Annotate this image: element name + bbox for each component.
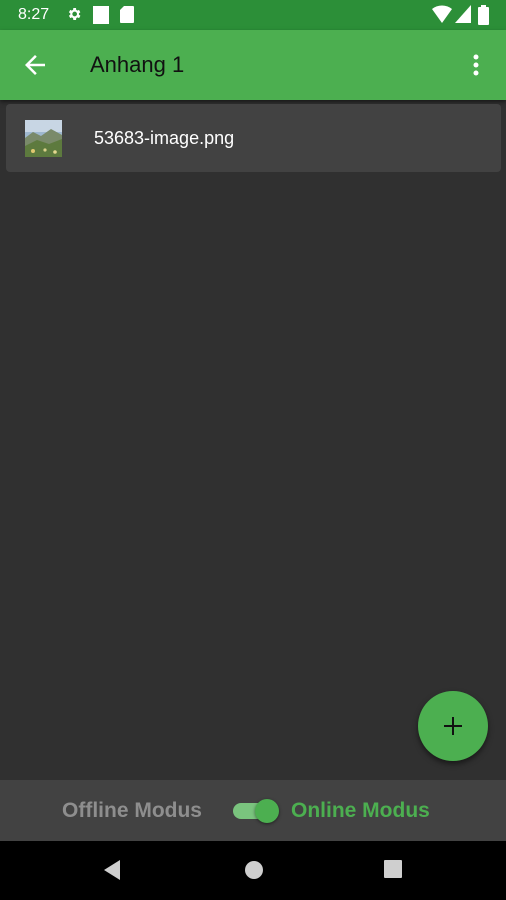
nav-home-button[interactable]: [243, 859, 265, 886]
notification-square-icon: [92, 6, 110, 29]
system-nav-bar: [0, 841, 506, 900]
nav-recents-button[interactable]: [383, 859, 403, 884]
page-title: Anhang 1: [90, 52, 185, 77]
list-item[interactable]: 53683-image.png: [6, 104, 501, 172]
image-thumbnail: [25, 120, 62, 157]
more-vert-icon: [466, 54, 486, 84]
add-attachment-button[interactable]: [418, 691, 488, 761]
signal-icon: [455, 5, 471, 28]
settings-icon: [66, 6, 82, 27]
battery-icon: [478, 5, 489, 30]
mode-toggle-switch[interactable]: [233, 796, 281, 826]
attachment-filename: 53683-image.png: [94, 128, 235, 148]
sd-card-icon: [120, 6, 134, 28]
recents-square-icon: [383, 860, 403, 883]
wifi-icon: [432, 5, 452, 28]
home-circle-icon: [243, 861, 265, 885]
app-bar: Anhang 1: [0, 30, 506, 100]
arrow-back-icon: [20, 55, 50, 84]
toggle-thumb: [255, 799, 279, 823]
mode-switch-bar: Offline Modus Online Modus: [0, 780, 506, 841]
offline-mode-label: Offline Modus: [62, 799, 202, 822]
overflow-menu-button[interactable]: [466, 50, 486, 80]
status-bar: 8:27: [0, 0, 506, 30]
back-triangle-icon: [102, 860, 122, 885]
status-time: 8:27: [18, 6, 50, 23]
nav-back-button[interactable]: [102, 859, 122, 886]
back-button[interactable]: [20, 50, 50, 80]
attachment-list: 53683-image.png: [6, 104, 501, 172]
online-mode-label: Online Modus: [291, 799, 430, 822]
